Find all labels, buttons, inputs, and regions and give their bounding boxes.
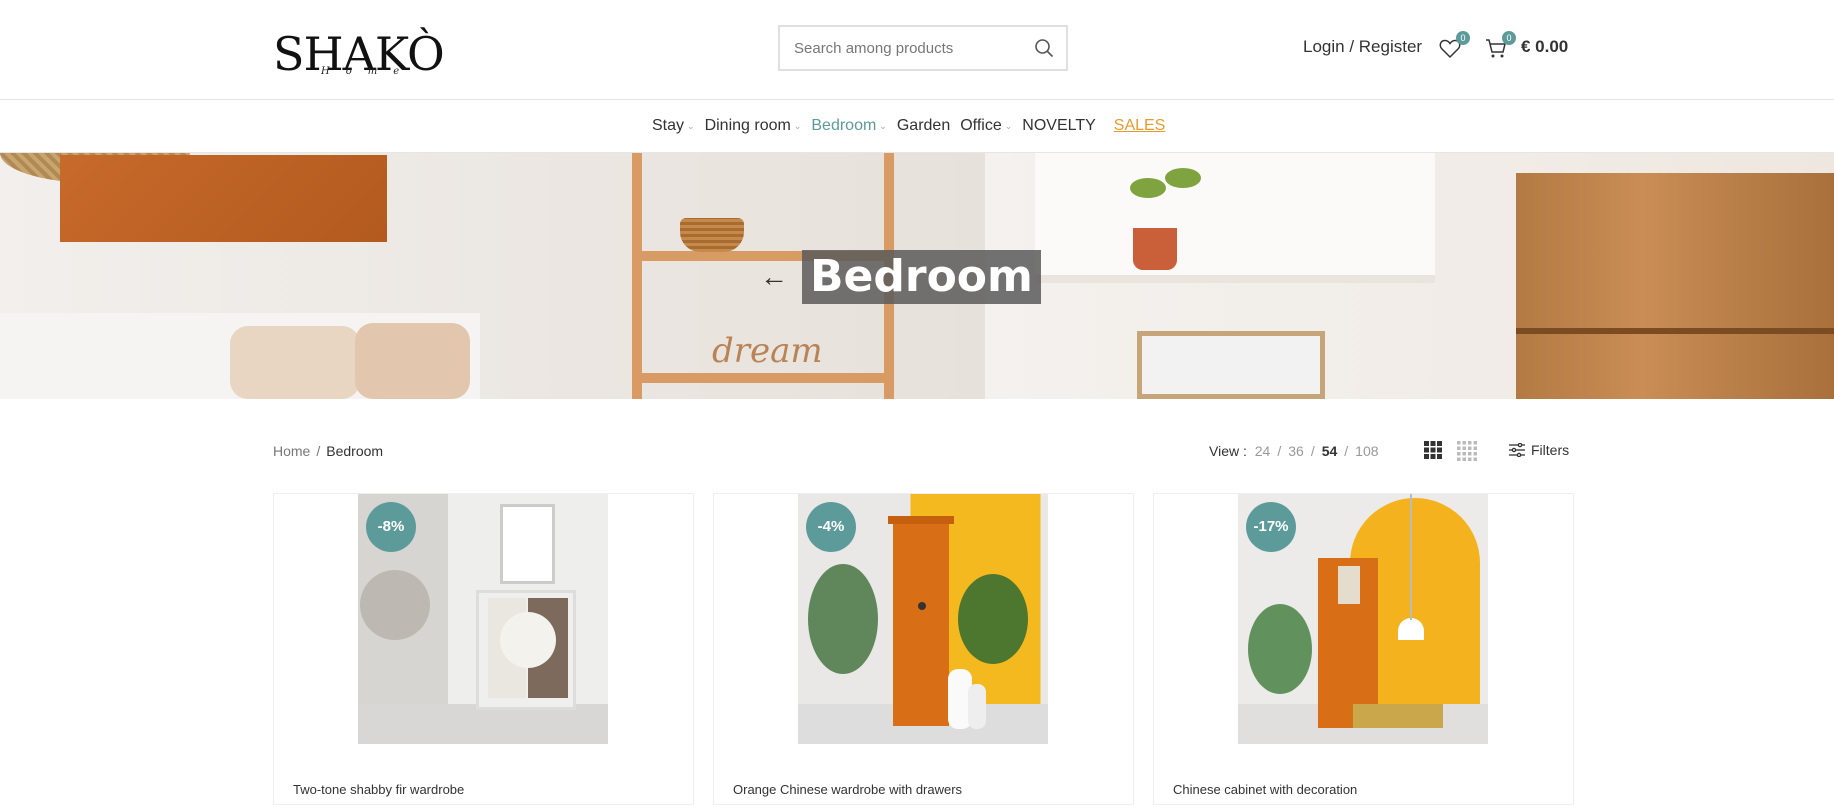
nav-item-office[interactable]: Office ⌄ [960, 117, 1012, 135]
orange-wall-panel-image [60, 155, 387, 242]
filters-label: Filters [1531, 442, 1570, 458]
view-separator: / [1344, 443, 1349, 459]
hero-title-group: ← Bedroom [760, 249, 1041, 305]
nav-item-garden[interactable]: Garden [897, 117, 950, 135]
nav-label: NOVELTY [1022, 117, 1096, 134]
discount-badge: -8% [366, 502, 416, 552]
filter-sliders-icon [1509, 443, 1525, 457]
breadcrumb-home-link[interactable]: Home [273, 443, 310, 459]
view-option-108[interactable]: 108 [1355, 443, 1378, 459]
discount-badge: -4% [806, 502, 856, 552]
main-navigation: Stay ⌄ Dining room ⌄ Bedroom ⌄ Garden Offic… [0, 101, 1834, 153]
product-title[interactable]: Two-tone shabby fir wardrobe [293, 782, 464, 797]
chevron-down-icon: ⌄ [879, 120, 887, 131]
nav-label: Bedroom [811, 117, 877, 134]
plant-leaf [1130, 178, 1166, 198]
breadcrumb: Home / Bedroom [273, 443, 383, 459]
chevron-down-icon: ⌄ [1004, 120, 1013, 131]
nav-item-bedroom[interactable]: Bedroom ⌄ [811, 117, 886, 135]
product-card[interactable]: -4% Orange Chinese wardrobe with drawers [713, 493, 1134, 805]
picture-frame-image [1137, 331, 1325, 399]
search-icon[interactable] [1034, 38, 1054, 58]
basket-image [680, 218, 744, 252]
nav-label: Garden [896, 117, 951, 134]
cart-button[interactable]: 0 [1484, 31, 1516, 60]
plant-leaf [1165, 168, 1201, 188]
view-option-24[interactable]: 24 [1255, 443, 1271, 459]
site-header: SHAKÒ Home Login / Register 0 0 € 0.00 [0, 0, 1834, 100]
cart-count-badge: 0 [1502, 31, 1516, 45]
nav-label: SALES [1113, 117, 1166, 134]
page-title: Bedroom [802, 250, 1041, 304]
nav-label: Office [960, 117, 1002, 134]
view-option-54[interactable]: 54 [1322, 443, 1338, 459]
product-card[interactable]: -17% Chinese cabinet with decoration [1153, 493, 1574, 805]
plant-pot-image [1133, 228, 1177, 270]
nav-label: Dining room [704, 117, 791, 134]
product-title[interactable]: Orange Chinese wardrobe with drawers [733, 782, 962, 797]
wishlist-button[interactable]: 0 [1438, 31, 1470, 60]
grid-4-columns-icon[interactable] [1457, 441, 1477, 461]
products-per-page-selector: View : 24 / 36 / 54 / 108 [1209, 443, 1379, 459]
view-separator: / [1277, 443, 1282, 459]
grid-3-columns-icon[interactable] [1424, 441, 1442, 459]
dream-sign: dream [712, 331, 823, 371]
wishlist-count-badge: 0 [1456, 31, 1470, 45]
nav-item-sales[interactable]: SALES [1114, 117, 1166, 135]
filters-button[interactable]: Filters [1509, 442, 1569, 458]
window-image [1035, 153, 1435, 283]
nav-label: Stay [652, 117, 685, 134]
cart-total[interactable]: € 0.00 [1521, 37, 1568, 57]
pillow-image [230, 326, 360, 399]
discount-badge: -17% [1246, 502, 1296, 552]
logo-subtitle: Home [321, 66, 416, 77]
product-title[interactable]: Chinese cabinet with decoration [1173, 782, 1357, 797]
nav-item-stay[interactable]: Stay ⌄ [652, 117, 695, 135]
search-box [778, 25, 1068, 71]
view-label: View : [1209, 443, 1247, 459]
search-input[interactable] [780, 27, 1020, 69]
nav-item-dining-room[interactable]: Dining room ⌄ [705, 117, 802, 135]
chevron-down-icon: ⌄ [687, 120, 695, 131]
logo[interactable]: SHAKÒ Home [273, 18, 445, 80]
back-arrow-icon[interactable]: ← [760, 261, 788, 293]
breadcrumb-current: Bedroom [326, 443, 384, 459]
wooden-cabinet-image [1516, 173, 1834, 399]
view-separator: / [1310, 443, 1315, 459]
login-register-link[interactable]: Login / Register [1303, 37, 1422, 57]
category-hero-banner: dream ← Bedroom [0, 153, 1834, 399]
chevron-down-icon: ⌄ [793, 120, 802, 131]
breadcrumb-separator: / [316, 443, 321, 459]
view-option-36[interactable]: 36 [1288, 443, 1304, 459]
nav-item-novelty[interactable]: NOVELTY [1022, 117, 1096, 135]
pillow-image [355, 323, 470, 399]
product-card[interactable]: -8% Two-tone shabby fir wardrobe [273, 493, 694, 805]
